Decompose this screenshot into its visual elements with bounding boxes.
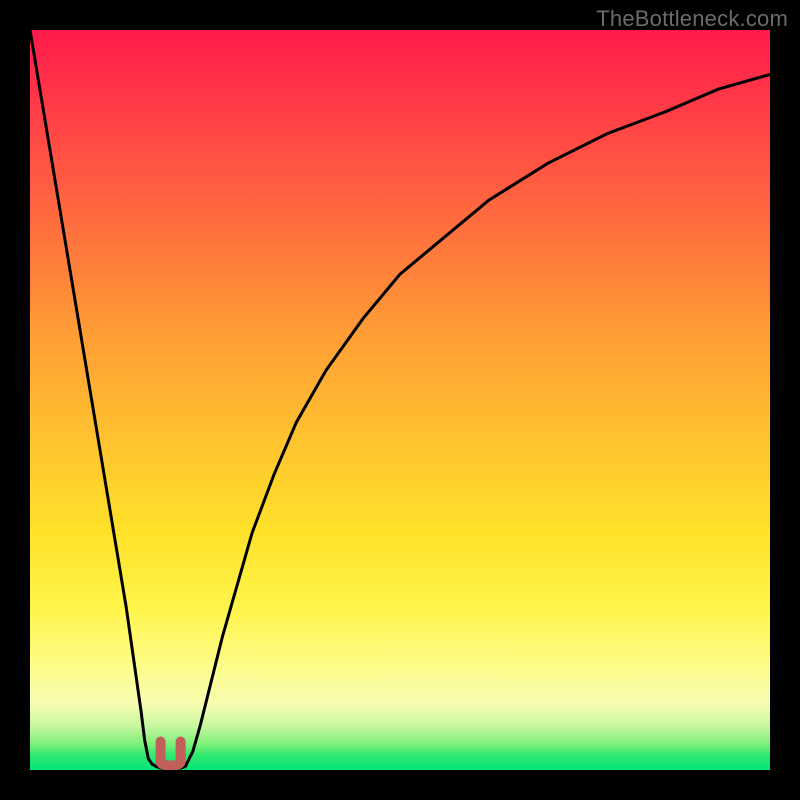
outer-frame: TheBottleneck.com <box>0 0 800 800</box>
plot-background-gradient <box>30 30 770 770</box>
attribution-label: TheBottleneck.com <box>596 6 788 32</box>
